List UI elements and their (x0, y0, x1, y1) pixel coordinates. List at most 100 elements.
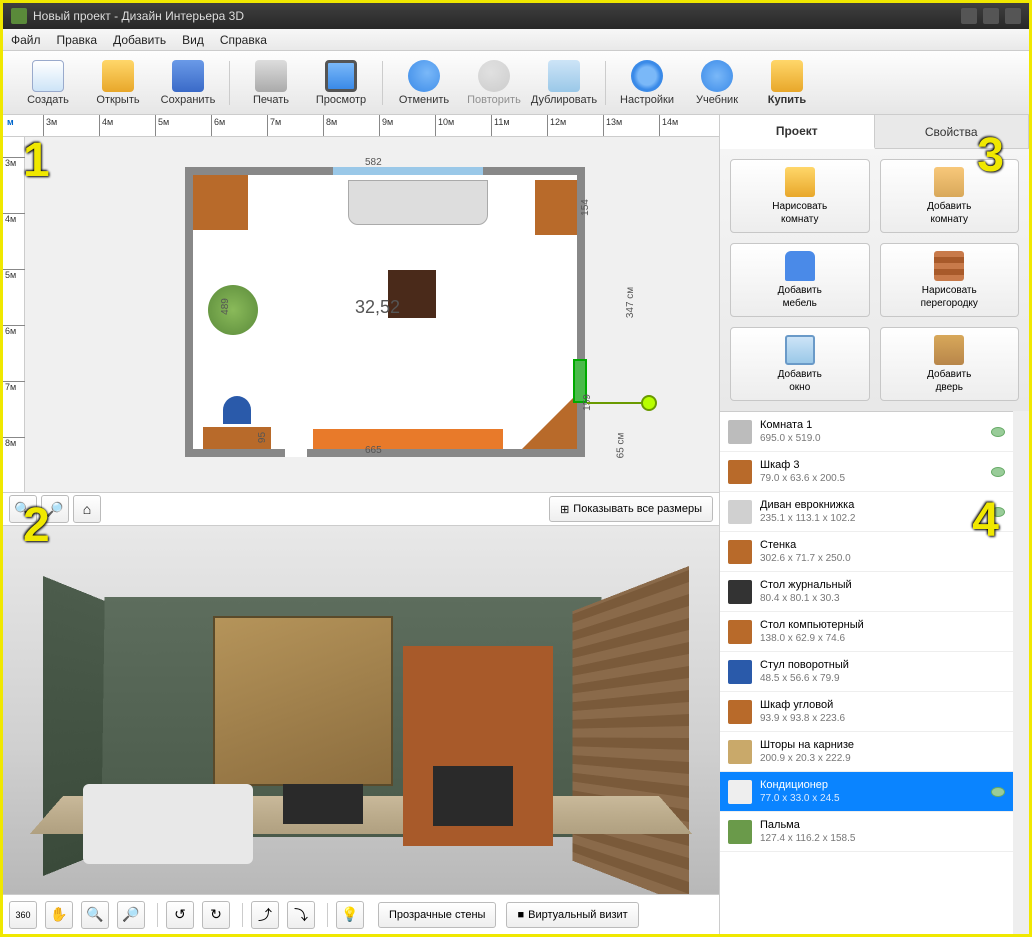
home-button[interactable]: ⌂ (73, 495, 101, 523)
tilt-up-button[interactable]: ⤴ (251, 901, 279, 929)
toolbar: Создать Открыть Сохранить Печать Просмот… (3, 51, 1029, 115)
visibility-icon[interactable] (991, 427, 1005, 437)
add-door-button[interactable]: Добавитьдверь (880, 327, 1020, 401)
zoom-bar-2d: 🔍 🔎 ⌂ ⊞Показывать все размеры (3, 492, 719, 526)
list-item[interactable]: Кондиционер77.0 x 33.0 x 24.5 (720, 772, 1013, 812)
redo-icon (478, 60, 510, 92)
dim-right-h: 154 (580, 199, 591, 216)
list-item[interactable]: Комната 1695.0 x 519.0 (720, 412, 1013, 452)
object-icon (728, 740, 752, 764)
corner-cabinet[interactable] (522, 394, 577, 449)
print-button[interactable]: Печать (236, 54, 306, 112)
list-item[interactable]: Шкаф угловой93.9 x 93.8 x 223.6 (720, 692, 1013, 732)
transparent-walls-button[interactable]: Прозрачные стены (378, 902, 496, 928)
object-icon (728, 580, 752, 604)
draw-partition-button[interactable]: Нарисоватьперегородку (880, 243, 1020, 317)
menu-help[interactable]: Справка (220, 33, 267, 47)
menu-edit[interactable]: Правка (57, 33, 98, 47)
settings-button[interactable]: Настройки (612, 54, 682, 112)
object-icon (728, 620, 752, 644)
object-icon (728, 420, 752, 444)
zoom-in-3d-button[interactable]: 🔎 (117, 901, 145, 929)
ruler-tick: 8м (323, 115, 337, 137)
minimize-icon[interactable] (961, 8, 977, 24)
chair[interactable] (223, 396, 251, 424)
add-furniture-button[interactable]: Добавитьмебель (730, 243, 870, 317)
object-label: Стул поворотный48.5 x 56.6 x 79.9 (760, 658, 1005, 685)
object-icon (728, 700, 752, 724)
sofa-3d (83, 784, 253, 864)
list-item[interactable]: Диван еврокнижка235.1 x 113.1 x 102.2 (720, 492, 1013, 532)
rotate-ccw-button[interactable]: ↺ (166, 901, 194, 929)
close-icon[interactable] (1005, 8, 1021, 24)
sofa-top[interactable] (348, 180, 488, 225)
tab-project[interactable]: Проект (720, 115, 875, 149)
duplicate-button[interactable]: Дублировать (529, 54, 599, 112)
wardrobe-corner[interactable] (193, 175, 248, 230)
wall-right-3d (572, 566, 689, 894)
tv-3d (433, 766, 513, 826)
list-item[interactable]: Стул поворотный48.5 x 56.6 x 79.9 (720, 652, 1013, 692)
selection-handle[interactable] (641, 395, 657, 411)
tab-properties[interactable]: Свойства (875, 115, 1030, 148)
undo-button[interactable]: Отменить (389, 54, 459, 112)
add-window-button[interactable]: Добавитьокно (730, 327, 870, 401)
rotate-360-button[interactable]: 360 (9, 901, 37, 929)
manual-button[interactable]: Учебник (682, 54, 752, 112)
sofa-bottom[interactable] (313, 429, 503, 449)
ruler-tick: 10м (435, 115, 454, 137)
scrollbar[interactable] (1013, 411, 1029, 934)
tv-unit[interactable] (535, 180, 577, 235)
object-list[interactable]: Комната 1695.0 x 519.0 Шкаф 379.0 x 63.6 … (720, 411, 1013, 934)
area-label: 32,52 (355, 297, 400, 318)
window-top[interactable] (333, 167, 483, 175)
object-label: Комната 1695.0 x 519.0 (760, 418, 991, 445)
menu-add[interactable]: Добавить (113, 33, 166, 47)
dim-bottom: 665 (365, 445, 382, 456)
object-label: Диван еврокнижка235.1 x 113.1 x 102.2 (760, 498, 991, 525)
object-icon (728, 780, 752, 804)
pan-button[interactable]: ✋ (45, 901, 73, 929)
ruler-tick: 6м (3, 325, 25, 336)
list-item[interactable]: Стенка302.6 x 71.7 x 250.0 (720, 532, 1013, 572)
object-label: Шкаф угловой93.9 x 93.8 x 223.6 (760, 698, 1005, 725)
tilt-down-button[interactable]: ⤵ (287, 901, 315, 929)
visibility-icon[interactable] (991, 467, 1005, 477)
redo-button[interactable]: Повторить (459, 54, 529, 112)
rotate-cw-button[interactable]: ↻ (202, 901, 230, 929)
maximize-icon[interactable] (983, 8, 999, 24)
window-3d (213, 616, 393, 786)
menubar: Файл Правка Добавить Вид Справка (3, 29, 1029, 51)
canvas-3d[interactable] (3, 526, 719, 894)
preview-button[interactable]: Просмотр (306, 54, 376, 112)
menu-file[interactable]: Файл (11, 33, 41, 47)
save-button[interactable]: Сохранить (153, 54, 223, 112)
toolbar-3d: 360 ✋ 🔍 🔎 ↺ ↻ ⤴ ⤵ 💡 Прозрачные стены ■Ви… (3, 894, 719, 934)
virtual-visit-button[interactable]: ■Виртуальный визит (506, 902, 638, 928)
zoom-out-3d-button[interactable]: 🔍 (81, 901, 109, 929)
list-item[interactable]: Стол журнальный80.4 x 80.1 x 30.3 (720, 572, 1013, 612)
visibility-icon[interactable] (991, 787, 1005, 797)
draw-room-button[interactable]: Нарисоватькомнату (730, 159, 870, 233)
list-item[interactable]: Пальма127.4 x 116.2 x 158.5 (720, 812, 1013, 852)
object-label: Шторы на карнизе200.9 x 20.3 x 222.9 (760, 738, 1005, 765)
callout-1: 1 (23, 133, 50, 188)
list-item[interactable]: Шкаф 379.0 x 63.6 x 200.5 (720, 452, 1013, 492)
show-dimensions-button[interactable]: ⊞Показывать все размеры (549, 496, 713, 522)
canvas-2d[interactable]: 32,52 582 347 см 154 489 665 95 159 65 с… (25, 137, 719, 492)
plant[interactable] (208, 285, 258, 335)
create-button[interactable]: Создать (13, 54, 83, 112)
duplicate-icon (548, 60, 580, 92)
object-icon (728, 460, 752, 484)
list-item[interactable]: Стол компьютерный138.0 x 62.9 x 74.6 (720, 612, 1013, 652)
object-label: Шкаф 379.0 x 63.6 x 200.5 (760, 458, 991, 485)
table-3d (283, 784, 363, 824)
list-item[interactable]: Шторы на карнизе200.9 x 20.3 x 222.9 (720, 732, 1013, 772)
light-button[interactable]: 💡 (336, 901, 364, 929)
open-button[interactable]: Открыть (83, 54, 153, 112)
ruler-tick: 13м (603, 115, 622, 137)
door[interactable] (283, 449, 309, 457)
buy-button[interactable]: Купить (752, 54, 822, 112)
ruler-tick: 5м (3, 269, 25, 280)
menu-view[interactable]: Вид (182, 33, 204, 47)
